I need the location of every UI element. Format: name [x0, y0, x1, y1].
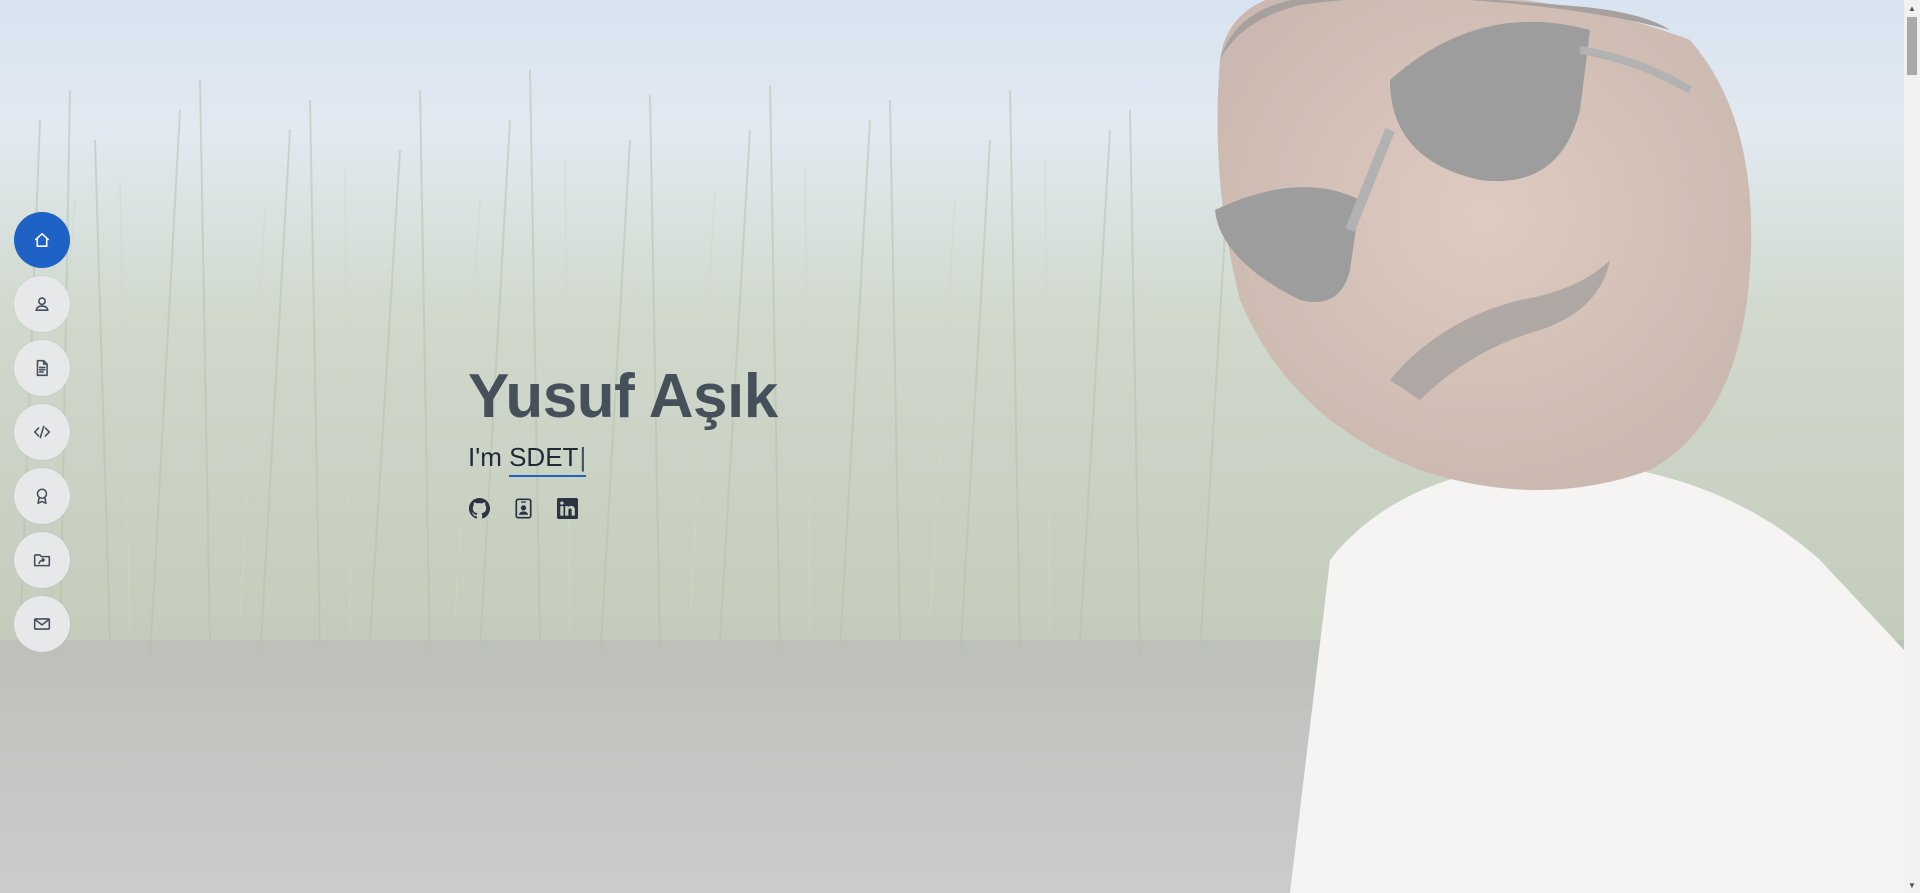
- hero-background-image: [0, 0, 1904, 893]
- nav-resume-button[interactable]: [14, 340, 70, 396]
- nav-home-button[interactable]: [14, 212, 70, 268]
- contact-card-link[interactable]: [512, 497, 534, 519]
- person-badge-icon: [514, 497, 532, 519]
- github-link[interactable]: [468, 497, 490, 519]
- scroll-thumb[interactable]: [1907, 17, 1917, 75]
- page-viewport: Yusuf Aşık I'm SDET| ▲ ▼: [0, 0, 1920, 893]
- typing-cursor: |: [579, 442, 587, 472]
- social-links: [468, 497, 778, 519]
- side-nav: [14, 212, 70, 652]
- github-icon: [468, 497, 490, 518]
- nav-contact-button[interactable]: [14, 596, 70, 652]
- page-scrollbar[interactable]: ▲ ▼: [1904, 0, 1920, 893]
- code-slash-icon: [33, 425, 51, 439]
- linkedin-icon: [556, 497, 578, 519]
- hero-tagline-prefix: I'm: [468, 442, 502, 472]
- folder-symlink-icon: [33, 554, 51, 567]
- hero-typed-text: SDET|: [509, 440, 587, 477]
- file-text-icon: [36, 359, 48, 377]
- nav-about-button[interactable]: [14, 276, 70, 332]
- nav-skills-button[interactable]: [14, 404, 70, 460]
- person-icon: [35, 297, 49, 311]
- hero-content: Yusuf Aşık I'm SDET|: [468, 360, 778, 519]
- award-icon: [36, 488, 48, 505]
- nav-portfolio-button[interactable]: [14, 532, 70, 588]
- home-icon: [35, 233, 49, 247]
- hero-tagline: I'm SDET|: [468, 440, 778, 477]
- envelope-icon: [33, 618, 51, 630]
- hero-name: Yusuf Aşık: [468, 362, 778, 431]
- linkedin-link[interactable]: [556, 497, 578, 519]
- scroll-down-arrow-icon[interactable]: ▼: [1904, 877, 1920, 893]
- scroll-up-arrow-icon[interactable]: ▲: [1904, 0, 1920, 16]
- hero-typed-value: SDET: [509, 442, 579, 472]
- nav-certificates-button[interactable]: [14, 468, 70, 524]
